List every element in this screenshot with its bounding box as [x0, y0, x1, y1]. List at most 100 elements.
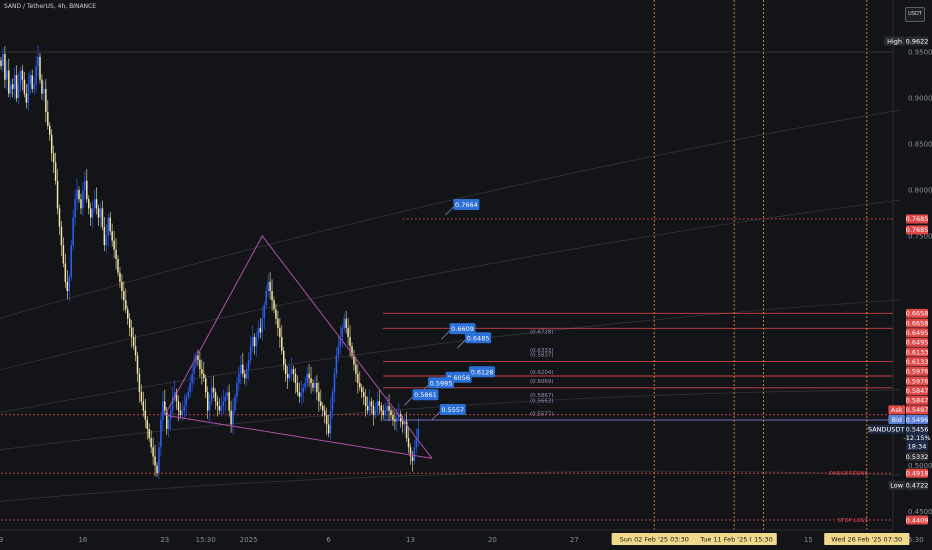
candle-body	[134, 346, 137, 356]
price-label-10: 0.5976	[906, 376, 928, 386]
callout-text: 0.5557	[441, 406, 464, 414]
candle	[39, 53, 41, 84]
candle-body	[361, 387, 363, 393]
candle-body	[50, 134, 53, 154]
candle-body	[290, 369, 293, 374]
callout-text: 0.6128	[471, 368, 494, 376]
candle-body	[146, 419, 148, 429]
price-label-text: -12.15%	[903, 434, 930, 442]
candle-body	[238, 373, 240, 383]
y-tick-6: 0.4500	[908, 508, 932, 516]
candle-body	[245, 369, 248, 379]
candle-body	[320, 401, 322, 406]
candle-body	[82, 190, 84, 209]
candle-body	[341, 327, 343, 338]
price-label-text: 0.4918	[906, 470, 929, 478]
candle-body	[362, 392, 365, 397]
price-label-prefix: Bid	[891, 416, 901, 424]
price-label-12: 0.5847	[906, 395, 928, 405]
callout-text: 0.7664	[455, 201, 478, 209]
candle-body	[257, 327, 260, 338]
candle-body	[132, 337, 135, 347]
candle-body	[84, 180, 86, 190]
candle-body	[169, 410, 172, 420]
candle-body	[101, 208, 104, 227]
candle-body	[294, 373, 297, 383]
candle-body	[265, 291, 267, 305]
candle-body	[343, 318, 345, 328]
price-label-prefix: Low	[890, 482, 903, 490]
candle-body	[230, 410, 232, 425]
candle-body	[191, 373, 193, 383]
candle-body	[97, 208, 100, 218]
candle-body	[49, 125, 51, 135]
candle-body	[302, 387, 304, 393]
price-label-9: 0.5976	[906, 366, 929, 376]
price-label-text: 0.5497	[906, 406, 929, 414]
candle-body	[322, 405, 324, 411]
price-label-8: 0.6133	[906, 357, 928, 367]
price-label-prefix: SANDUSDT	[868, 425, 904, 433]
price-label-prefix: High	[887, 37, 902, 45]
candle-body	[212, 387, 215, 393]
price-label-text: 18:34	[908, 442, 927, 450]
candle-body	[224, 396, 226, 402]
x-tick-0: 9	[0, 536, 3, 544]
chart-title: SAND / TetherUS, 4h, BINANCE	[4, 3, 97, 10]
candle-body	[2, 54, 4, 66]
price-label-text: 0.5976	[906, 368, 929, 376]
price-label-text: 0.5456	[906, 425, 929, 433]
price-label-5: 0.6495	[906, 328, 929, 338]
candle-body	[372, 405, 375, 416]
price-label-text: 0.6495	[906, 329, 929, 337]
chart-background	[0, 0, 932, 550]
candle-body	[45, 88, 47, 112]
price-label-20: 0.4722Low	[888, 480, 928, 490]
candle-body	[0, 60, 2, 66]
candle-body	[167, 419, 170, 429]
candle-body	[304, 382, 306, 388]
candle-body	[386, 405, 388, 411]
candle-body	[64, 263, 67, 282]
candle-body	[201, 369, 203, 374]
candle-body	[318, 392, 320, 402]
candle-body	[288, 373, 291, 379]
candle-body	[347, 327, 349, 338]
candle-body	[4, 54, 6, 80]
x-tick-3: 15:30	[196, 536, 216, 544]
x-tick-4: 2025	[240, 536, 258, 544]
candle-body	[308, 373, 310, 379]
candle-body	[140, 392, 143, 402]
candle-body	[93, 199, 96, 209]
candle-body	[411, 456, 414, 462]
candle-body	[413, 447, 416, 462]
price-label-text: 0.9622	[906, 37, 929, 45]
candle-body	[136, 355, 139, 374]
candle-body	[107, 217, 109, 236]
candle-body	[327, 424, 330, 434]
price-chart[interactable]: (0.6728)(0.6333)(0.5837)(0.6204)(0.6069)…	[0, 0, 932, 550]
candle-body	[300, 392, 303, 397]
time-marker-labels: Sun 02 Feb '25 03:30 Tue 11 Feb '25 07:30…	[611, 533, 910, 545]
candle-body	[382, 410, 384, 416]
candle-body	[355, 364, 357, 374]
x-tick-10: 15	[804, 536, 813, 544]
y-tick-1: 0.9000	[908, 95, 932, 103]
candle-body	[115, 249, 117, 259]
currency-button[interactable]: USDT	[905, 7, 925, 22]
candle-body	[31, 75, 33, 89]
candle-body	[396, 417, 398, 422]
price-label-text: 0.5332	[906, 453, 929, 461]
candle-body	[72, 217, 74, 246]
x-tick-8: 27	[570, 536, 579, 544]
candle-body	[210, 387, 213, 402]
candle-body	[244, 373, 246, 379]
candle-body	[269, 281, 271, 292]
price-label-15: 0.5456SANDUSDT	[867, 424, 929, 434]
price-label-text: 0.5496	[906, 416, 929, 424]
candle-body	[232, 410, 234, 425]
candle-body	[52, 153, 55, 163]
candle-body	[323, 410, 326, 416]
time-label-text: 15:30	[754, 536, 773, 544]
candle-body	[78, 190, 80, 200]
